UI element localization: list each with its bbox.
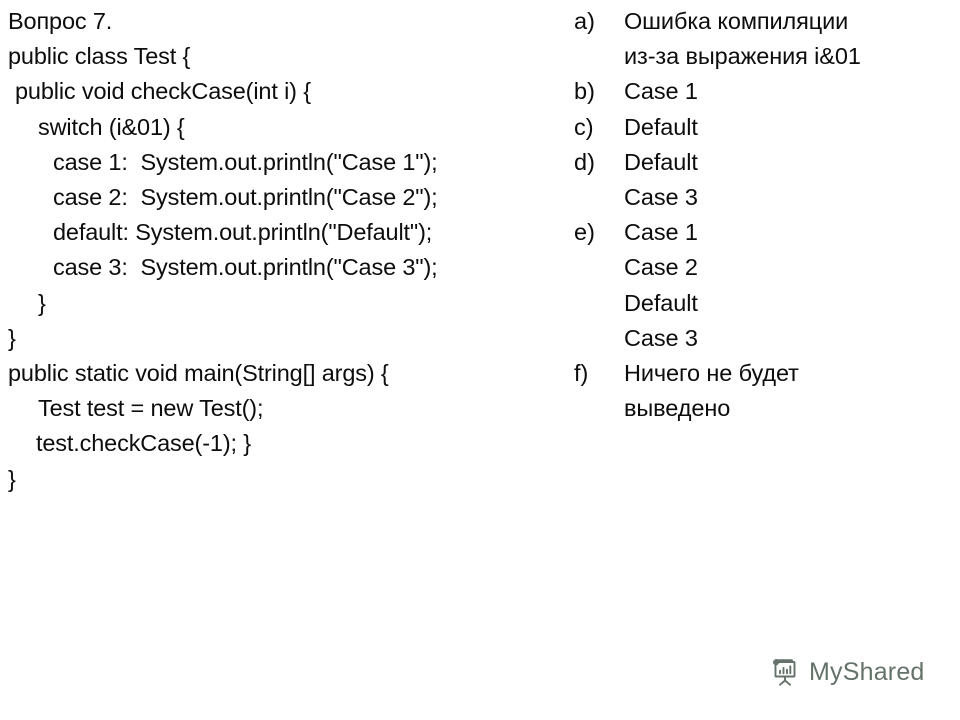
code-line: public class Test { bbox=[8, 43, 191, 70]
option-text-line: из-за выражения i&01 bbox=[624, 43, 861, 70]
option-text-line: Ошибка компиляции bbox=[624, 8, 849, 34]
answer-option-b[interactable]: b) Case 1 bbox=[566, 74, 956, 109]
option-text-line: Default bbox=[624, 113, 698, 140]
option-text-block: Default bbox=[624, 110, 956, 145]
answer-options-list: a) Ошибка компиляции из-за выражения i&01 b… bbox=[566, 4, 956, 426]
code-line: case 1: System.out.println("Case 1"); bbox=[53, 148, 438, 175]
option-text-block: Case 1 bbox=[624, 74, 956, 109]
option-text-line: Case 2 bbox=[624, 254, 698, 281]
option-text-block: Default Case 3 bbox=[624, 145, 956, 215]
option-text-line: Default bbox=[624, 148, 698, 175]
answer-option-e[interactable]: e) Case 1 Case 2 Default Case 3 bbox=[566, 215, 956, 356]
option-text-line: Case 3 bbox=[624, 184, 698, 211]
option-marker: e) bbox=[574, 219, 595, 246]
option-text-line: Case 3 bbox=[624, 324, 698, 351]
option-text-line: Case 1 bbox=[624, 78, 698, 105]
myshared-watermark: MyShared bbox=[768, 655, 925, 689]
option-marker: d) bbox=[574, 148, 595, 175]
answer-option-d[interactable]: d) Default Case 3 bbox=[566, 145, 956, 215]
option-text-line: Default bbox=[624, 289, 698, 316]
option-text-block: Ничего не будет выведено bbox=[624, 356, 956, 426]
code-line: switch (i&01) { bbox=[38, 113, 185, 140]
code-line: default: System.out.println("Default"); bbox=[53, 219, 433, 246]
code-line: case 3: System.out.println("Case 3"); bbox=[53, 254, 438, 281]
option-marker: a) bbox=[574, 8, 595, 34]
question-title: Вопрос 7. bbox=[8, 8, 113, 34]
option-marker: b) bbox=[574, 78, 595, 105]
option-text-line: выведено bbox=[624, 395, 731, 422]
option-text-block: Case 1 Case 2 Default Case 3 bbox=[624, 215, 956, 356]
watermark-label: MyShared bbox=[809, 658, 925, 686]
code-line: public static void main(String[] args) { bbox=[8, 360, 389, 387]
option-marker: f) bbox=[574, 360, 589, 387]
answer-option-c[interactable]: c) Default bbox=[566, 110, 956, 145]
code-line: public void checkCase(int i) { bbox=[15, 78, 311, 105]
question-code-block: Вопрос 7. public class Test { public void… bbox=[8, 4, 560, 497]
slide-canvas: Вопрос 7. public class Test { public void… bbox=[0, 0, 960, 720]
java-code-listing: public class Test { public void checkCase… bbox=[8, 39, 560, 497]
option-marker: c) bbox=[574, 113, 594, 140]
answer-option-a[interactable]: a) Ошибка компиляции из-за выражения i&01 bbox=[566, 4, 956, 74]
option-text-block: Ошибка компиляции из-за выражения i&01 bbox=[624, 4, 956, 74]
code-line: } bbox=[8, 465, 16, 492]
code-line: test.checkCase(-1); } bbox=[36, 430, 251, 457]
answer-option-f[interactable]: f) Ничего не будет выведено bbox=[566, 356, 956, 426]
code-line: } bbox=[8, 324, 16, 351]
option-text-line: Ничего не будет bbox=[624, 360, 799, 387]
option-text-line: Case 1 bbox=[624, 219, 698, 246]
presentation-easel-chart-icon bbox=[768, 655, 802, 689]
code-line: } bbox=[38, 289, 46, 316]
code-line: Test test = new Test(); bbox=[38, 395, 264, 422]
code-line: case 2: System.out.println("Case 2"); bbox=[53, 184, 438, 211]
